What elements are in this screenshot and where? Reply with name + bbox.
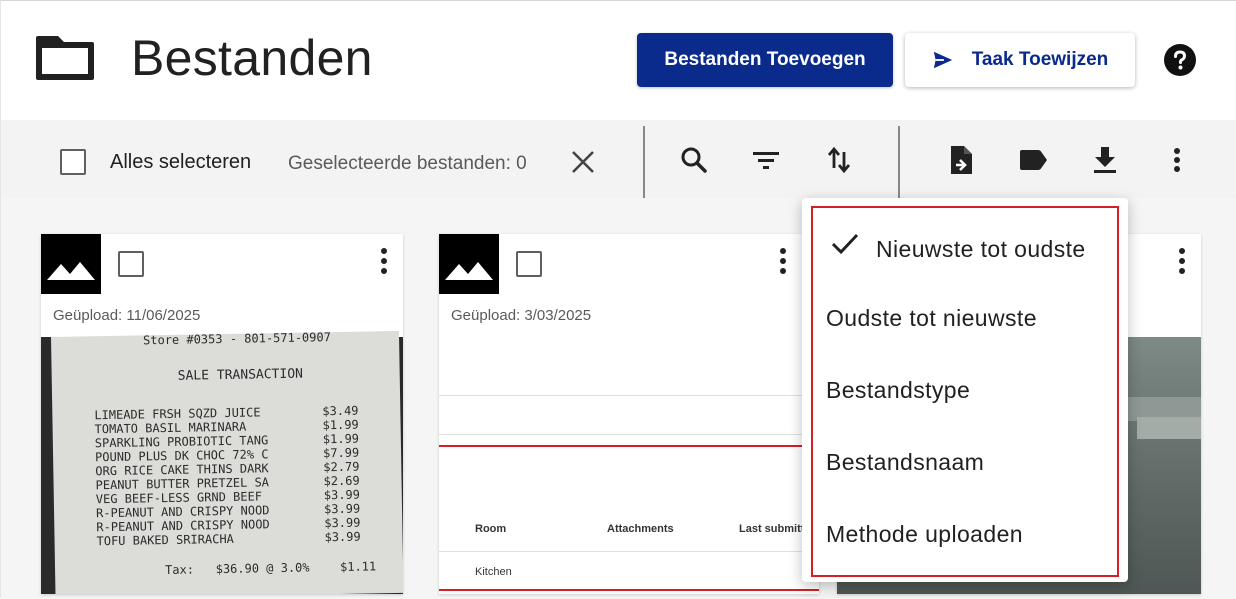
upload-date: Geüpload: 3/03/2025	[451, 307, 592, 324]
more-vert-icon[interactable]	[1161, 144, 1193, 176]
filter-icon[interactable]	[750, 144, 782, 176]
more-vert-icon[interactable]	[778, 246, 788, 276]
sort-option-oldest[interactable]: Oudste tot nieuwste	[826, 305, 1037, 332]
image-thumbnail	[439, 234, 499, 294]
toolbar-divider	[643, 126, 645, 198]
check-icon	[831, 233, 859, 255]
file-card[interactable]: Geüpload: 11/06/2025 Store #0353 - 801-5…	[41, 234, 403, 594]
table-header: Room	[475, 523, 507, 535]
file-toolbar: Alles selecteren Geselecteerde bestanden…	[1, 120, 1236, 198]
close-icon[interactable]	[570, 149, 596, 175]
table-cell: Kitchen	[475, 566, 512, 578]
receipt-image: Store #0353 - 801-571-0907 SALE TRANSACT…	[51, 330, 403, 594]
folder-icon	[36, 36, 94, 80]
add-files-button[interactable]: Bestanden Toevoegen	[637, 33, 893, 87]
sort-option-filetype[interactable]: Bestandstype	[826, 377, 970, 404]
upload-date: Geüpload: 11/06/2025	[53, 307, 201, 324]
select-all-label[interactable]: Alles selecteren	[110, 151, 251, 174]
selected-count: Geselecteerde bestanden: 0	[288, 153, 527, 174]
image-icon	[47, 262, 95, 280]
image-icon	[445, 262, 493, 280]
assign-task-label: Taak Toewijzen	[971, 49, 1109, 70]
download-icon[interactable]	[1089, 144, 1121, 176]
sort-option-filename[interactable]: Bestandsnaam	[826, 449, 984, 476]
file-card[interactable]: Geüpload: 3/03/2025 Room Attachments Las…	[439, 234, 819, 594]
toolbar-divider	[898, 126, 900, 198]
more-vert-icon[interactable]	[379, 246, 389, 276]
send-icon	[933, 51, 952, 69]
page-title: Bestanden	[131, 30, 373, 86]
table-header: Last submitt	[739, 523, 805, 535]
card-checkbox[interactable]	[118, 251, 144, 277]
sort-option-upload-method[interactable]: Methode uploaden	[826, 521, 1023, 548]
page-header: Bestanden Bestanden Toevoegen Taak Toewi…	[1, 1, 1236, 120]
search-icon[interactable]	[678, 144, 710, 176]
table-header: Attachments	[607, 523, 674, 535]
app-frame: Bestanden Bestanden Toevoegen Taak Toewi…	[0, 0, 1236, 599]
more-vert-icon[interactable]	[1177, 246, 1187, 276]
receipt-preview: Store #0353 - 801-571-0907 SALE TRANSACT…	[41, 330, 403, 594]
help-icon[interactable]	[1164, 44, 1196, 76]
card-checkbox[interactable]	[516, 251, 542, 277]
image-thumbnail	[41, 234, 101, 294]
label-icon[interactable]	[1017, 144, 1049, 176]
sort-option-newest[interactable]: Nieuwste tot oudste	[876, 236, 1086, 263]
assign-task-button[interactable]: Taak Toewijzen	[905, 33, 1135, 87]
sort-menu: Nieuwste tot oudste Oudste tot nieuwste …	[802, 198, 1128, 582]
select-all-checkbox[interactable]	[60, 149, 86, 175]
file-export-icon[interactable]	[945, 144, 977, 176]
form-preview: Room Attachments Last submitt Kitchen	[439, 337, 819, 594]
sort-icon[interactable]	[823, 144, 855, 176]
